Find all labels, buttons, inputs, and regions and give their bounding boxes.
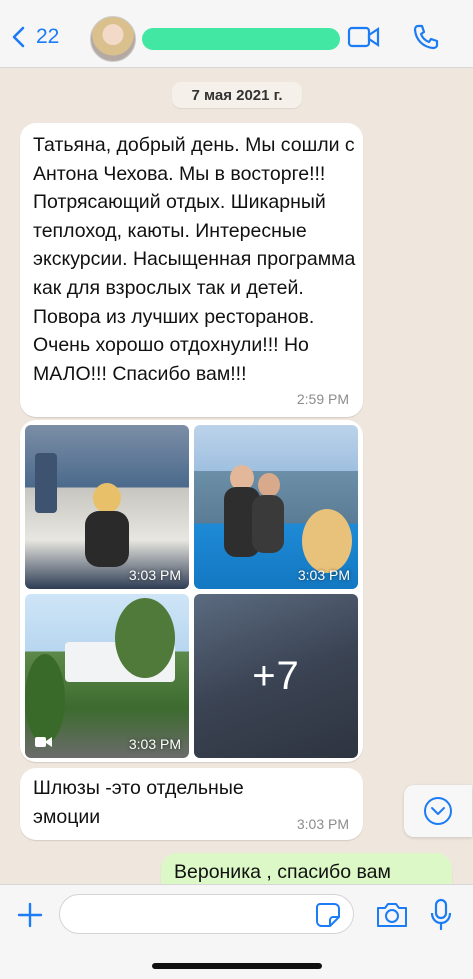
- more-photos-tile[interactable]: +7: [194, 594, 358, 758]
- camera-button[interactable]: [374, 899, 410, 931]
- chat-header: 22: [0, 0, 473, 68]
- attach-button[interactable]: [14, 899, 46, 931]
- voice-call-button[interactable]: [408, 22, 444, 52]
- plus-icon: [17, 902, 43, 928]
- avatar[interactable]: [90, 16, 136, 62]
- scroll-to-bottom-button[interactable]: [404, 785, 472, 837]
- message-time: 2:59 PM: [296, 391, 349, 407]
- home-indicator: [152, 963, 322, 969]
- date-separator: 7 мая 2021 г.: [172, 82, 302, 108]
- video-camera-icon: [35, 737, 52, 747]
- video-call-icon: [347, 26, 380, 48]
- chat-area[interactable]: 7 мая 2021 г. Татьяна, добрый день. Мы с…: [0, 68, 473, 884]
- contact-name-redacted[interactable]: [142, 28, 340, 50]
- message-time: 3:03 PM: [296, 816, 349, 832]
- message-text: Татьяна, добрый день. Мы сошли с Антона …: [33, 134, 361, 385]
- chevron-left-icon: [12, 26, 25, 48]
- message-text: Вероника , спасибо вам: [174, 861, 391, 883]
- unread-count: 22: [36, 25, 60, 48]
- media-album[interactable]: 3:03 PM 3:03 PM 3:03 PM +7: [20, 420, 363, 762]
- photo-time: 3:03 PM: [128, 567, 181, 583]
- incoming-message[interactable]: Татьяна, добрый день. Мы сошли с Антона …: [20, 123, 363, 417]
- more-photos-count: +7: [252, 653, 300, 698]
- chevron-down-icon: [424, 797, 452, 825]
- phone-icon: [413, 24, 439, 50]
- sticker-button[interactable]: [314, 901, 342, 929]
- message-input[interactable]: [59, 894, 354, 934]
- sticker-icon: [316, 903, 340, 927]
- video-call-button[interactable]: [346, 22, 382, 52]
- photo-tile[interactable]: 3:03 PM: [25, 425, 189, 589]
- outgoing-message[interactable]: Вероника , спасибо вам: [161, 853, 452, 884]
- microphone-icon: [430, 898, 452, 931]
- microphone-button[interactable]: [428, 897, 454, 933]
- composer-bar: [0, 884, 473, 979]
- video-tile[interactable]: 3:03 PM: [25, 594, 189, 758]
- photo-tile[interactable]: 3:03 PM: [194, 425, 358, 589]
- message-text: Шлюзы -это отдельные эмоции: [33, 777, 244, 828]
- video-time: 3:03 PM: [128, 736, 181, 752]
- photo-time: 3:03 PM: [297, 567, 350, 583]
- incoming-message[interactable]: Шлюзы -это отдельные эмоции 3:03 PM: [20, 768, 363, 840]
- camera-icon: [377, 903, 407, 927]
- back-button[interactable]: 22: [8, 20, 59, 54]
